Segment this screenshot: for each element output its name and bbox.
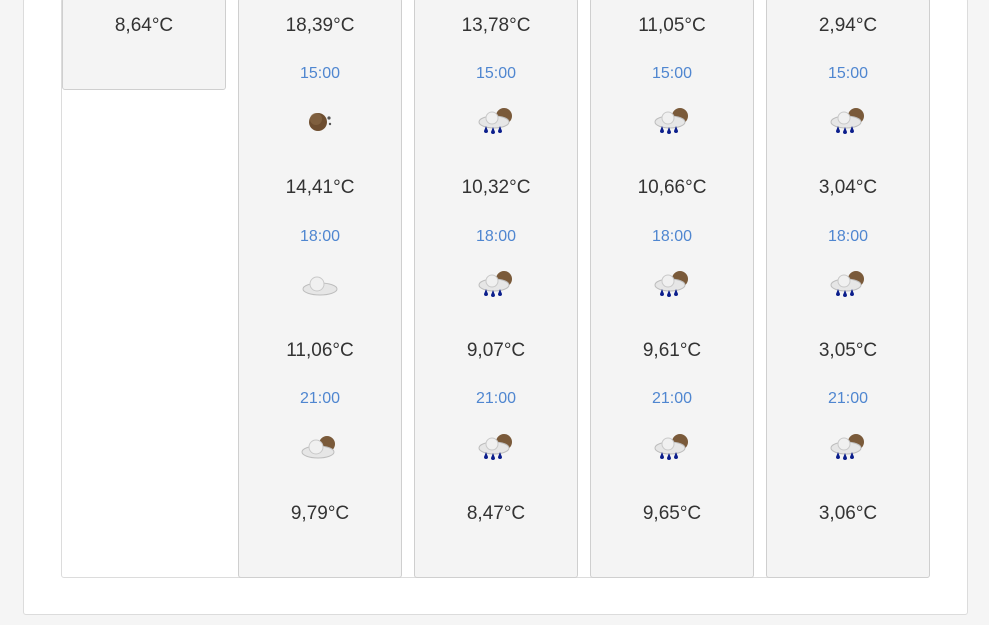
rain-cloud-moon-icon	[654, 434, 688, 460]
rain-cloud-moon-icon	[830, 271, 864, 297]
rain-cloud-moon-icon	[478, 271, 512, 297]
temperature: 11,05°C	[638, 15, 706, 36]
temperature: 8,64°C	[114, 15, 174, 36]
time-label: 21:00	[651, 390, 693, 407]
time-label: 18:00	[651, 228, 693, 245]
time-label: 15:00	[827, 65, 869, 82]
temperature: 9,79°C	[290, 503, 350, 524]
time-label: 21:00	[299, 390, 341, 407]
rain-cloud-moon-icon	[654, 108, 688, 134]
cloud-icon	[302, 276, 338, 296]
time-label: 15:00	[651, 65, 693, 82]
temperature: 9,61°C	[642, 340, 702, 361]
rain-cloud-moon-icon	[478, 108, 512, 134]
cloud-moon-icon	[301, 436, 335, 459]
rain-cloud-moon-icon	[654, 271, 688, 297]
temperature: 2,94°C	[818, 15, 878, 36]
temperature: 10,66°C	[637, 177, 707, 198]
time-label: 15:00	[475, 65, 517, 82]
temperature: 3,05°C	[818, 340, 878, 361]
rain-cloud-moon-icon	[830, 434, 864, 460]
temperature: 9,07°C	[466, 340, 526, 361]
temperature: 8,47°C	[466, 503, 526, 524]
rain-cloud-moon-icon	[830, 108, 864, 134]
forecast-column-5: 2,94°C 15:00 3,04°C 18:00 3,05°C 21:00 3…	[766, 0, 930, 578]
temperature: 13,78°C	[461, 15, 531, 36]
time-label: 18:00	[827, 228, 869, 245]
forecast-column-2: 18,39°C 15:00 14,41°C 18:00 11,06°C 21:0…	[238, 0, 402, 578]
temperature: 11,06°C	[286, 340, 354, 361]
moon-clear-icon	[309, 113, 332, 131]
time-label: 18:00	[299, 228, 341, 245]
time-label: 15:00	[299, 65, 341, 82]
rain-cloud-moon-icon	[478, 434, 512, 460]
time-label: 21:00	[827, 390, 869, 407]
forecast-column-4: 11,05°C 15:00 10,66°C 18:00 9,61°C 21:00…	[590, 0, 754, 578]
time-label: 18:00	[475, 228, 517, 245]
temperature: 10,32°C	[461, 177, 531, 198]
temperature: 14,41°C	[285, 177, 355, 198]
temperature: 9,65°C	[642, 503, 702, 524]
temperature: 3,06°C	[818, 503, 878, 524]
temperature: 3,04°C	[818, 177, 878, 198]
time-label: 21:00	[475, 390, 517, 407]
forecast-column-3: 13,78°C 15:00 10,32°C 18:00 9,07°C 21:00…	[414, 0, 578, 578]
temperature: 18,39°C	[285, 15, 355, 36]
forecast-column-1: 8,64°C	[62, 0, 226, 90]
